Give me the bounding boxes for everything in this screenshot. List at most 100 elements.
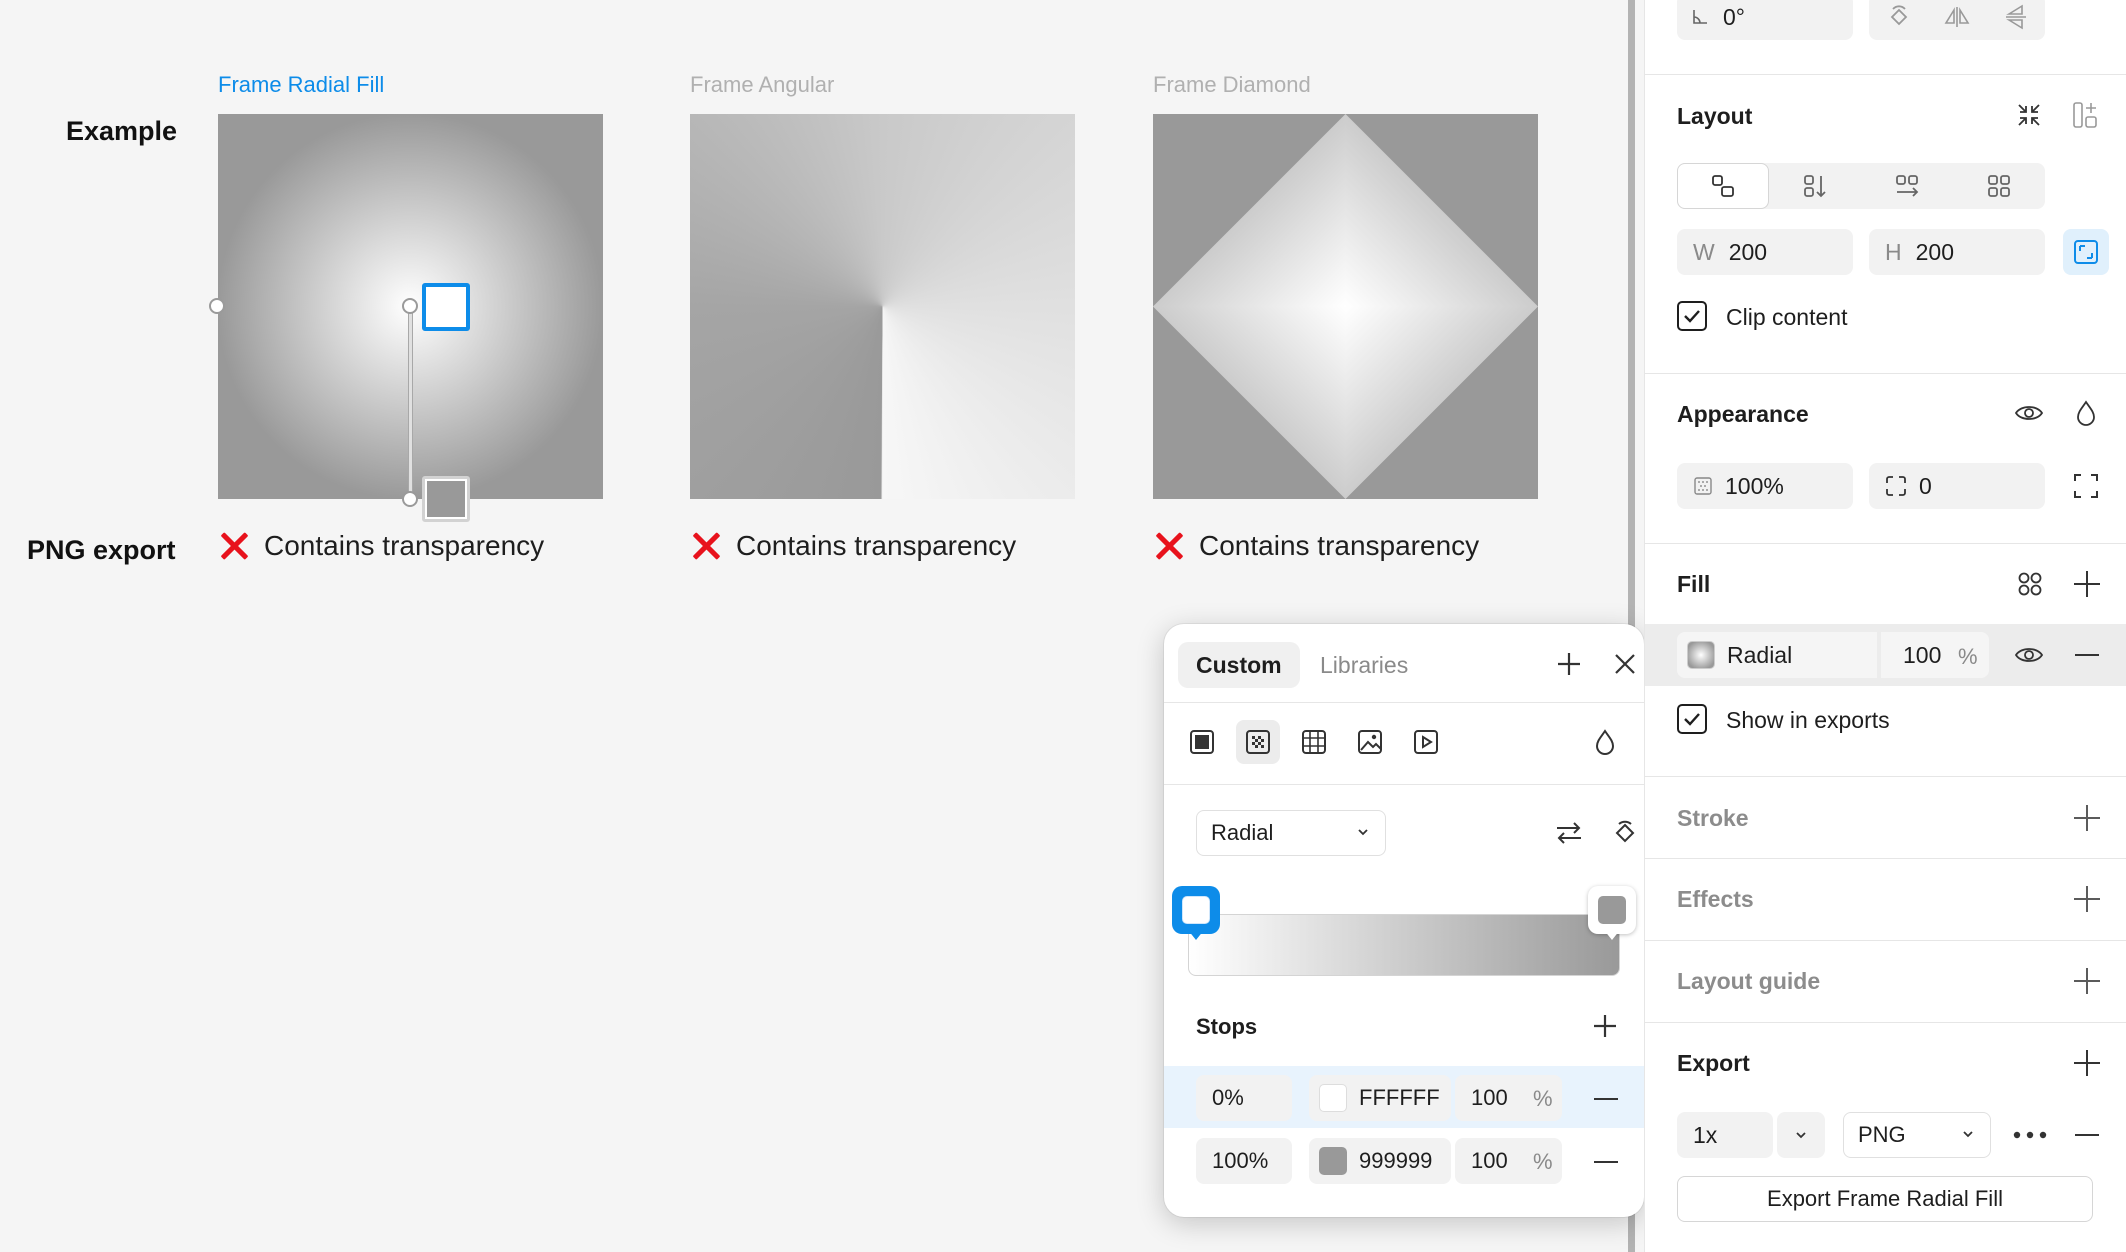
gradient-fill-button[interactable] (1236, 720, 1280, 764)
export-scale-input[interactable]: 1x (1677, 1112, 1773, 1158)
add-auto-layout-icon[interactable] (2072, 101, 2098, 129)
gradient-stop-end-marker[interactable] (1588, 886, 1636, 940)
gradient-end-handle[interactable] (402, 491, 418, 507)
flip-vertical-icon[interactable] (2005, 4, 2027, 30)
stop-position-input[interactable]: 0% (1196, 1075, 1292, 1121)
close-icon (1615, 654, 1635, 674)
more-options-icon[interactable] (2013, 1131, 2047, 1139)
rotate-icon[interactable] (1887, 4, 1911, 30)
export-scale-dropdown[interactable] (1777, 1112, 1825, 1158)
plus-icon (1594, 1015, 1616, 1037)
frame-title-angular[interactable]: Frame Angular (690, 72, 834, 98)
pattern-fill-icon (1302, 730, 1326, 754)
image-fill-button[interactable] (1348, 720, 1392, 764)
show-in-exports-checkbox[interactable] (1677, 704, 1707, 734)
stop-hex: 999999 (1359, 1148, 1433, 1173)
video-fill-button[interactable] (1404, 720, 1448, 764)
stop-hex: FFFFFF (1359, 1085, 1440, 1110)
add-export-button[interactable] (2074, 1050, 2100, 1076)
fill-swatch[interactable] (1687, 641, 1715, 669)
frame-diamond[interactable] (1153, 114, 1538, 499)
close-button[interactable] (1603, 642, 1644, 686)
add-layout-guide-button[interactable] (2074, 968, 2100, 994)
layout-title: Layout (1677, 103, 1753, 129)
layout-grid-button[interactable] (1953, 163, 2045, 209)
add-style-button[interactable] (1547, 642, 1591, 686)
vertical-layout-icon (1804, 175, 1826, 198)
rotation-value: 0° (1723, 3, 1745, 30)
corner-radius-value: 0 (1919, 472, 1932, 499)
rotate-gradient-button[interactable] (1603, 811, 1644, 855)
gradient-type-value: Radial (1211, 820, 1274, 845)
solid-fill-button[interactable] (1180, 720, 1224, 764)
stop-color-input[interactable]: FFFFFF (1309, 1075, 1451, 1121)
export-status-text: Contains transparency (1199, 530, 1480, 561)
width-input[interactable]: W 200 (1677, 229, 1853, 275)
effects-title: Effects (1677, 886, 1754, 912)
eye-icon[interactable] (2014, 644, 2044, 666)
styles-icon[interactable] (2017, 571, 2043, 597)
export-format-select[interactable]: PNG (1843, 1112, 1991, 1158)
transform-buttons (1869, 0, 2045, 40)
gradient-stop-end-handle[interactable] (422, 476, 470, 522)
color-swatch[interactable] (1319, 1147, 1347, 1175)
row-label-png-export: PNG export (27, 535, 176, 565)
export-frame-button[interactable]: Export Frame Radial Fill (1677, 1176, 2093, 1222)
constrain-proportions-button[interactable] (2063, 229, 2109, 275)
eye-icon[interactable] (2014, 402, 2044, 424)
solid-fill-icon (1190, 730, 1214, 754)
layout-horizontal-button[interactable] (1861, 163, 1953, 209)
add-fill-button[interactable] (2074, 571, 2100, 597)
height-label: H (1885, 238, 1902, 265)
tab-libraries[interactable]: Libraries (1302, 642, 1426, 688)
row-label-example: Example (66, 116, 178, 146)
layout-vertical-button[interactable] (1769, 163, 1861, 209)
gradient-type-select[interactable]: Radial (1196, 810, 1386, 856)
show-in-exports-label: Show in exports (1726, 707, 1890, 733)
gradient-radius-handle[interactable] (209, 298, 225, 314)
gradient-handle-line (408, 306, 413, 498)
fill-type-field[interactable]: Radial (1677, 632, 1877, 678)
flip-horizontal-icon[interactable] (1944, 6, 1970, 28)
flip-gradient-button[interactable] (1547, 811, 1591, 855)
remove-stop-button[interactable] (1594, 1098, 1618, 1100)
add-effect-button[interactable] (2074, 886, 2100, 912)
drop-icon[interactable] (2074, 399, 2098, 427)
blend-mode-button[interactable] (1583, 720, 1627, 764)
frame-title-diamond[interactable]: Frame Diamond (1153, 72, 1311, 98)
chevron-down-icon (1963, 1131, 1973, 1138)
corner-radius-input[interactable]: 0 (1869, 463, 2045, 509)
stop-opacity-value: 100 (1471, 1085, 1508, 1110)
frame-angular[interactable] (690, 114, 1075, 499)
percent-sign: % (1533, 1149, 1553, 1174)
fill-picker-popover: Custom Libraries Radial Stops 0% FFFFFF … (1164, 624, 1644, 1217)
gradient-center-handle[interactable] (402, 298, 418, 314)
gradient-stop-start-handle[interactable] (422, 283, 470, 331)
independent-corners-icon[interactable] (2073, 473, 2099, 499)
opacity-input[interactable]: 100% (1677, 463, 1853, 509)
stop-position-input[interactable]: 100% (1196, 1138, 1292, 1184)
rotation-input[interactable]: 0° (1677, 0, 1853, 40)
add-stroke-button[interactable] (2074, 805, 2100, 831)
percent-sign: % (1533, 1086, 1553, 1111)
remove-export-button[interactable] (2075, 1134, 2099, 1136)
height-input[interactable]: H 200 (1869, 229, 2045, 275)
tab-custom[interactable]: Custom (1178, 642, 1300, 688)
color-swatch[interactable] (1319, 1084, 1347, 1112)
remove-fill-button[interactable] (2075, 654, 2099, 656)
width-value: 200 (1728, 238, 1768, 265)
frame-title-radial[interactable]: Frame Radial Fill (218, 72, 384, 98)
stop-color-input[interactable]: 999999 (1309, 1138, 1451, 1184)
pattern-fill-button[interactable] (1292, 720, 1336, 764)
gradient-preview-bar[interactable] (1188, 914, 1620, 976)
layout-mode-segmented (1677, 163, 2045, 209)
chevron-down-icon (1796, 1132, 1806, 1139)
gradient-stop-start-marker[interactable] (1172, 886, 1220, 940)
add-stop-button[interactable] (1583, 1004, 1627, 1048)
fill-title: Fill (1677, 571, 1711, 597)
remove-stop-button[interactable] (1594, 1161, 1618, 1163)
clip-content-checkbox[interactable] (1677, 301, 1707, 331)
layout-freeform-button[interactable] (1677, 163, 1769, 209)
collapse-icon[interactable] (2016, 102, 2042, 128)
plus-icon (1558, 653, 1580, 675)
